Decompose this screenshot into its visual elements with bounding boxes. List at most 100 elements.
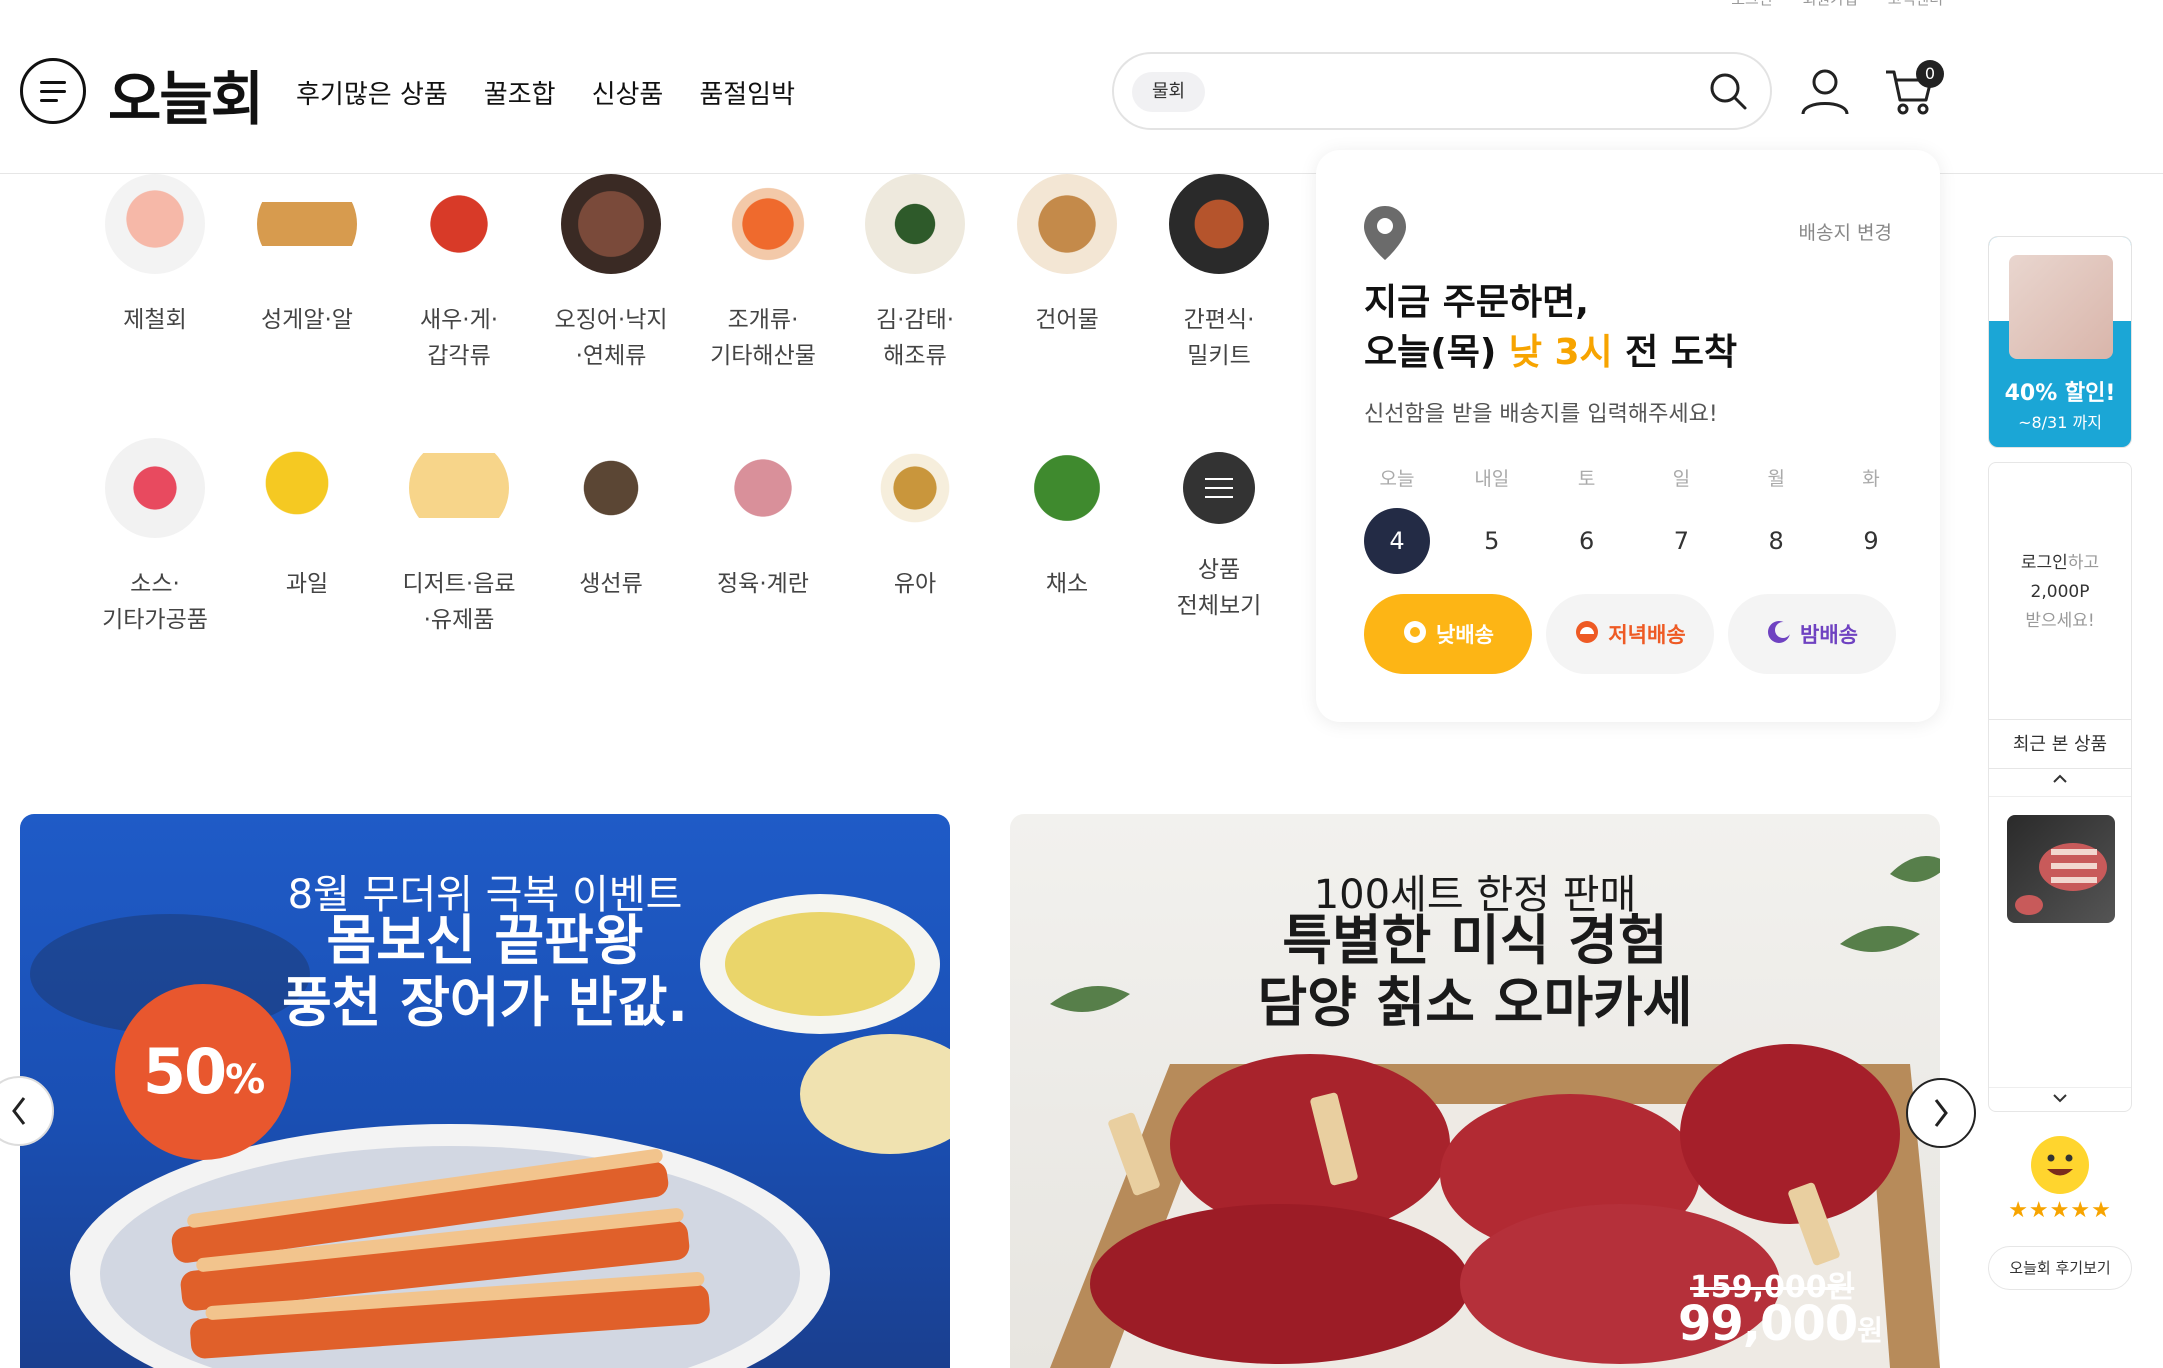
side-promo-banner[interactable]: 40% 할인! ~8/31 까지: [1988, 236, 2132, 448]
category-shellfish[interactable]: 조개류· 기타해산물: [688, 174, 838, 374]
cart-count-badge: 0: [1916, 60, 1944, 88]
category-label: 간편식· 밀키트: [1183, 307, 1255, 369]
category-sea-urchin[interactable]: 성게알·알: [232, 174, 382, 338]
search-keyword-chip[interactable]: 물회: [1132, 72, 1206, 112]
rating-stars: ★★★★★: [2008, 1198, 2112, 1223]
category-label: 성게알·알: [261, 307, 353, 333]
discount-badge: 50%: [115, 984, 291, 1160]
search-bar[interactable]: 물회: [1112, 52, 1772, 130]
sauce-icon: [105, 438, 205, 538]
category-label: 오징어·낙지 ·연체류: [554, 307, 668, 369]
category-label: 제철회: [123, 307, 187, 333]
category-drink[interactable]: 디저트·음료 ·유제품: [384, 438, 534, 638]
view-reviews-button[interactable]: 오늘회 후기보기: [1988, 1246, 2132, 1290]
category-fish[interactable]: 생선류: [536, 438, 686, 602]
promo-product-image: [2009, 255, 2113, 359]
day-date: 6: [1578, 527, 1595, 555]
day-option[interactable]: 내일 5: [1459, 464, 1525, 574]
category-label: 새우·게· 갑각류: [419, 307, 499, 369]
category-label: 조개류· 기타해산물: [710, 307, 816, 369]
slot-night-button[interactable]: 밤배송: [1728, 594, 1896, 674]
change-address-link[interactable]: 배송지 변경: [1799, 218, 1892, 245]
category-lobster[interactable]: 새우·게· 갑각류: [384, 174, 534, 374]
category-vegetable[interactable]: 채소: [992, 438, 1142, 602]
fish-icon: [561, 438, 661, 538]
recent-product-thumbnail[interactable]: [2007, 815, 2115, 923]
recent-scroll-up-button[interactable]: [1989, 769, 2131, 797]
recent-scroll-down-button[interactable]: [1989, 1087, 2131, 1113]
banner-eel-event[interactable]: 8월 무더위 극복 이벤트 몸보신 끝판왕 풍천 장어가 반값. 50%: [20, 814, 950, 1368]
category-label: 생선류: [579, 571, 643, 597]
banner-beef-omakase[interactable]: 100세트 한정 판매 특별한 미식 경험 담양 칡소 오마카세 159,000…: [1010, 814, 1940, 1368]
delivery-card: 배송지 변경 지금 주문하면, 오늘(목) 낮 3시 전 도착 신선함을 받을 …: [1316, 150, 1940, 722]
day-name: 오늘: [1379, 468, 1415, 490]
delivery-day: 오늘(목): [1364, 332, 1509, 373]
login-link[interactable]: 로그인: [1731, 0, 1772, 9]
delivery-title-line1: 지금 주문하면,: [1364, 282, 1589, 323]
octopus-icon: [561, 174, 661, 274]
nav-item-combos[interactable]: 꿀조합: [484, 74, 556, 111]
location-pin-icon: [1362, 204, 1408, 266]
chevron-right-icon: [1934, 1099, 1948, 1127]
side-login-link[interactable]: 로그인: [2021, 553, 2068, 573]
category-octopus[interactable]: 오징어·낙지 ·연체류: [536, 174, 686, 374]
main-nav: 후기많은 상품 꿀조합 신상품 품절임박: [296, 74, 795, 111]
sun-icon: [1402, 619, 1428, 650]
category-dried-fish[interactable]: 건어물: [992, 174, 1142, 338]
category-label: 채소: [1045, 571, 1089, 597]
slot-label: 저녁배송: [1608, 623, 1686, 647]
menu-icon: [1183, 452, 1255, 524]
category-fruit[interactable]: 과일: [232, 438, 382, 602]
discount-unit: %: [225, 1057, 265, 1103]
banner-next-button[interactable]: [1906, 1078, 1976, 1148]
day-option[interactable]: 일7: [1648, 464, 1714, 574]
category-seaweed[interactable]: 김·감태· 해조류: [840, 174, 990, 374]
delivery-title-line2: 오늘(목) 낮 3시 전 도착: [1364, 328, 1737, 378]
day-name: 토: [1577, 468, 1596, 490]
day-option[interactable]: 월8: [1743, 464, 1809, 574]
login-msg-end: 받으세요!: [2025, 611, 2095, 631]
customer-center-link[interactable]: 고객센터: [1888, 0, 1943, 9]
category-label: 과일: [285, 571, 329, 597]
day-date: 9: [1863, 527, 1879, 555]
smiley-icon: [2031, 1136, 2089, 1194]
login-points: 2,000P: [2030, 582, 2090, 602]
hamburger-menu-button[interactable]: [20, 58, 86, 124]
day-option[interactable]: 오늘 4: [1364, 464, 1430, 574]
slot-label: 밤배송: [1800, 623, 1858, 647]
slot-daytime-button[interactable]: 낮배송: [1364, 594, 1532, 674]
category-sashimi[interactable]: 제철회: [80, 174, 230, 338]
signup-link[interactable]: 회원가입: [1803, 0, 1858, 9]
category-meat[interactable]: 정육·계란: [688, 438, 838, 602]
category-label: 상품 전체보기: [1176, 557, 1262, 619]
chevron-up-icon: [2053, 774, 2067, 783]
day-name: 일: [1672, 468, 1691, 490]
nav-item-soldout-soon[interactable]: 품절임박: [699, 74, 795, 111]
day-option[interactable]: 화9: [1838, 464, 1904, 574]
category-label: 정육·계란: [717, 571, 809, 597]
search-icon[interactable]: [1708, 71, 1748, 115]
category-sauce[interactable]: 소스· 기타가공품: [80, 438, 230, 638]
logo[interactable]: 오늘회: [108, 52, 264, 136]
nav-item-new[interactable]: 신상품: [592, 74, 664, 111]
user-icon[interactable]: [1800, 68, 1850, 120]
nav-item-reviews[interactable]: 후기많은 상품: [296, 74, 448, 111]
category-menu[interactable]: 상품 전체보기: [1144, 438, 1294, 624]
header: 로그인 회원가입 고객센터 오늘회 후기많은 상품 꿀조합 신상품 품절임박 물…: [0, 0, 2163, 174]
meat-icon: [713, 438, 813, 538]
promo-period: ~8/31 까지: [2018, 413, 2102, 432]
day-date: 4: [1364, 508, 1430, 574]
day-name: 내일: [1474, 468, 1510, 490]
login-points-message: 로그인하고 2,000P 받으세요!: [1989, 549, 2131, 636]
category-mealkit[interactable]: 간편식· 밀키트: [1144, 174, 1294, 374]
slot-evening-button[interactable]: 저녁배송: [1546, 594, 1714, 674]
day-option[interactable]: 토6: [1554, 464, 1620, 574]
discount-value: 50: [142, 1035, 227, 1108]
recent-products-title: 최근 본 상품: [1989, 719, 2131, 769]
category-baby-food[interactable]: 유아: [840, 438, 990, 602]
day-date: 5: [1484, 527, 1500, 555]
search-input[interactable]: [1244, 72, 1664, 112]
category-label: 건어물: [1035, 307, 1099, 333]
chevron-left-icon: [12, 1097, 26, 1125]
delivery-arrival: 전 도착: [1612, 332, 1738, 373]
